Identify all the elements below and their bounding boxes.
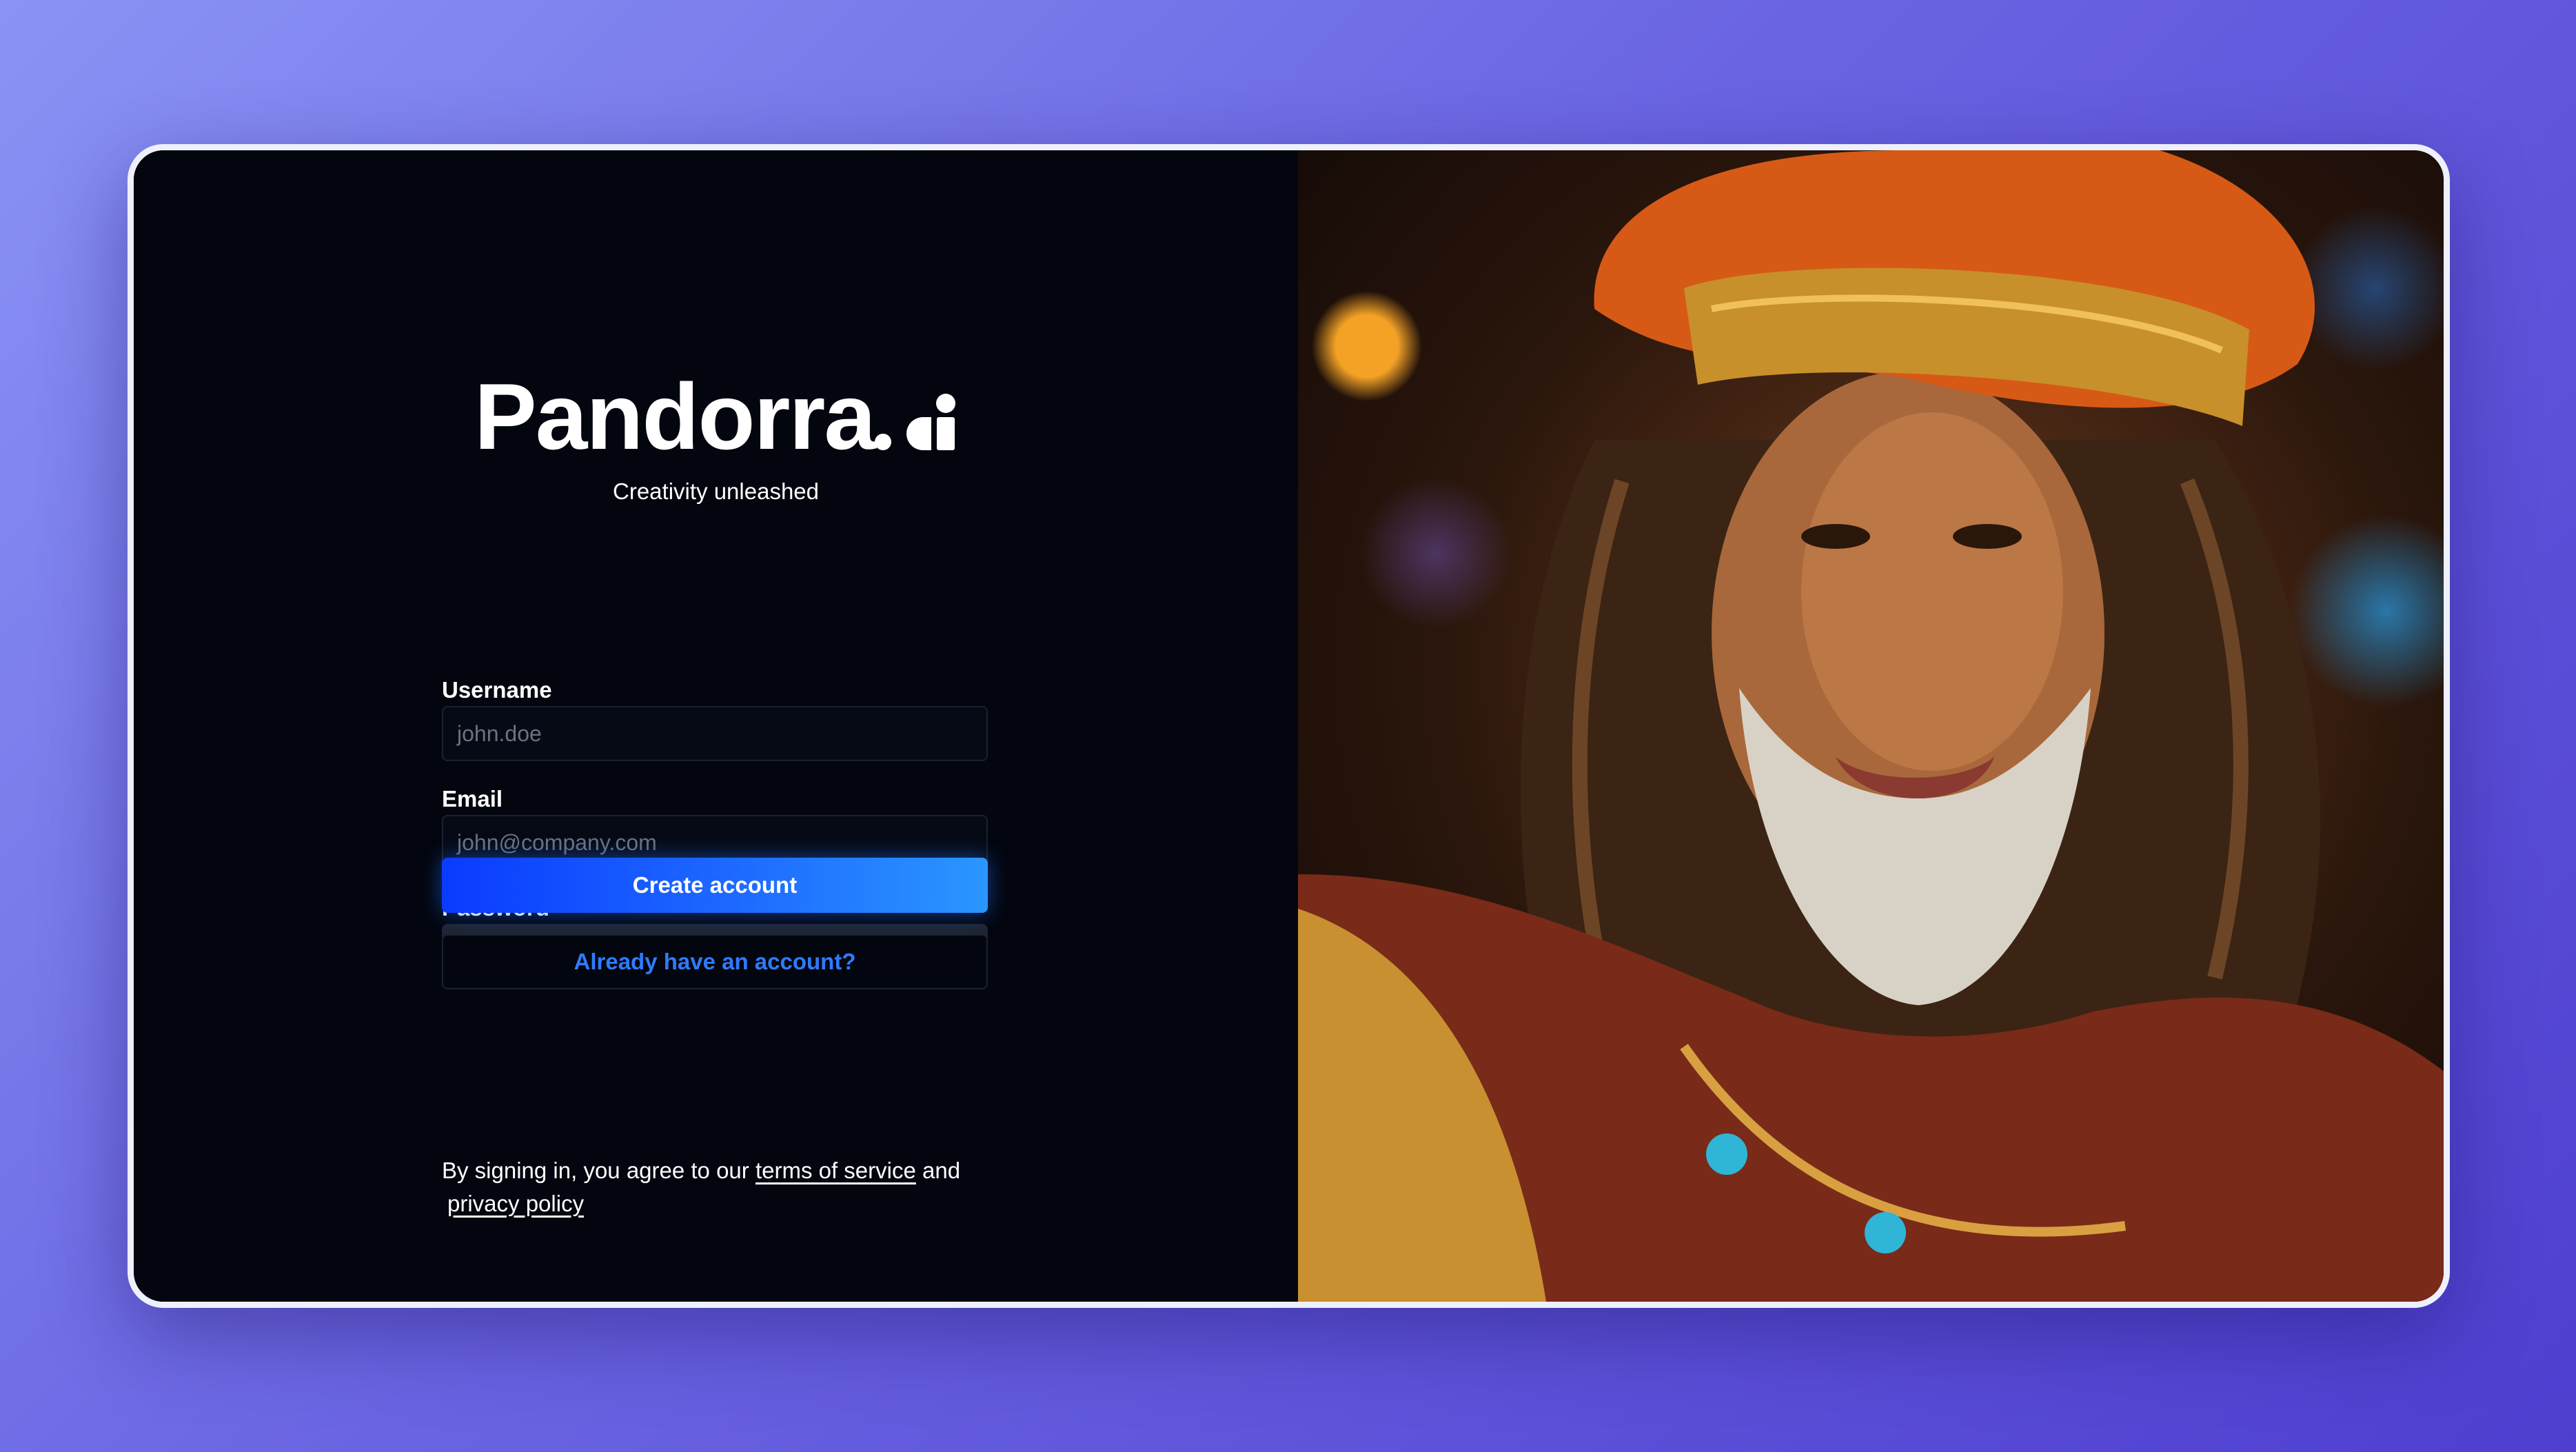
username-input[interactable]: john.doe	[442, 706, 988, 761]
brand-logo: Pandorra	[134, 370, 1298, 463]
signup-window: Pandorra Creativity unleashed Username j…	[128, 144, 2450, 1308]
tagline: Creativity unleashed	[613, 478, 819, 504]
hero-image	[1298, 150, 2444, 1302]
brand-name: Pandorra	[474, 364, 876, 469]
portrait-image	[1298, 150, 2444, 1302]
terms-of-service-link[interactable]: terms of service	[755, 1158, 916, 1183]
username-label: Username	[442, 677, 552, 703]
legal-joiner: and	[922, 1158, 961, 1183]
signin-link-button[interactable]: Already have an account?	[442, 934, 988, 989]
ai-logo-icon	[875, 394, 956, 450]
privacy-policy-link[interactable]: privacy policy	[447, 1187, 584, 1220]
create-account-button[interactable]: Create account	[442, 858, 988, 913]
signup-panel: Pandorra Creativity unleashed Username j…	[134, 150, 1298, 1302]
legal-prefix: By signing in, you agree to our	[442, 1158, 749, 1183]
brand-suffix	[875, 370, 957, 463]
email-label: Email	[442, 786, 503, 811]
legal-notice: By signing in, you agree to our terms of…	[442, 1154, 1035, 1220]
